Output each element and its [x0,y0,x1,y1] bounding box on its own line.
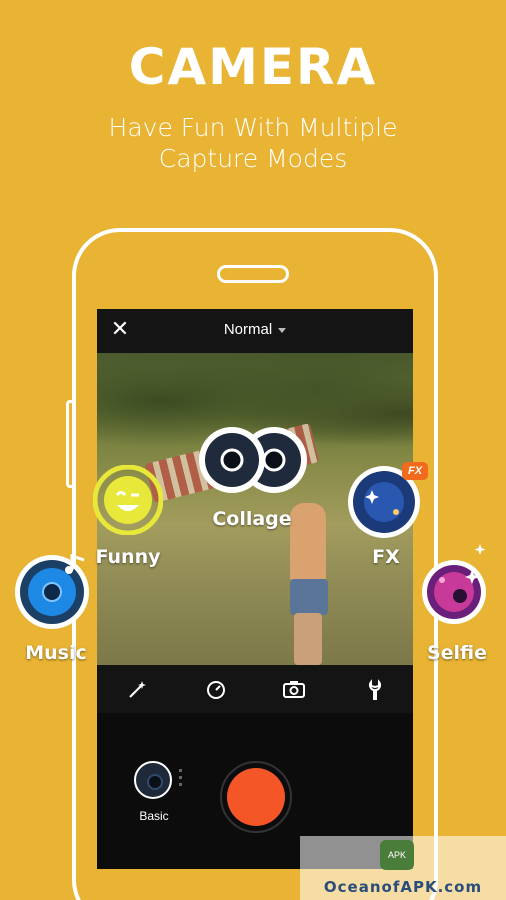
phone-speaker [217,265,289,283]
camera-toolbar [97,665,413,713]
camera-switch-icon[interactable] [282,679,305,701]
phone-screen: ✕ Normal Basic [97,309,413,869]
funny-mode[interactable] [92,464,164,536]
fx-mode[interactable]: FX [346,462,428,540]
selfie-icon [422,544,486,624]
collage-icon [199,427,307,493]
music-mode-label: Music [25,642,87,664]
camera-topbar: ✕ Normal [97,309,413,353]
smiley-icon [92,464,164,536]
mode-selector-label: Normal [223,321,273,338]
watermark-text: OceanofAPK.com [323,878,483,896]
music-icon [15,553,89,629]
basic-mode-button[interactable] [134,761,172,799]
collage-mode-label: Collage [212,508,292,530]
watermark: APK OceanofAPK.com [300,836,506,900]
fx-badge: FX [402,462,428,480]
timer-icon[interactable] [205,679,227,701]
more-modes-icon[interactable] [179,769,182,787]
basic-mode-label: Basic [139,809,169,823]
shutter-button[interactable] [220,761,292,833]
wrench-icon[interactable] [363,679,385,701]
selfie-mode-label: Selfie [426,642,488,664]
mode-selector[interactable]: Normal [97,321,413,338]
fx-mode-label: FX [372,546,400,568]
chevron-down-icon [278,327,287,333]
promo-title: CAMERA [128,38,378,96]
magic-wand-icon[interactable] [126,679,148,701]
watermark-logo: APK [380,840,414,870]
promo-subtitle-line1: Have Fun With Multiple [108,113,398,142]
promo-subtitle-line2: Capture Modes [158,144,348,173]
preview-person-shorts [290,579,328,615]
funny-mode-label: Funny [95,546,161,568]
promo-subtitle: Have Fun With Multiple Capture Modes [0,112,506,174]
music-mode[interactable] [14,550,94,630]
collage-mode[interactable] [198,425,308,495]
preview-person-legs [294,613,322,665]
selfie-mode[interactable] [414,540,496,624]
